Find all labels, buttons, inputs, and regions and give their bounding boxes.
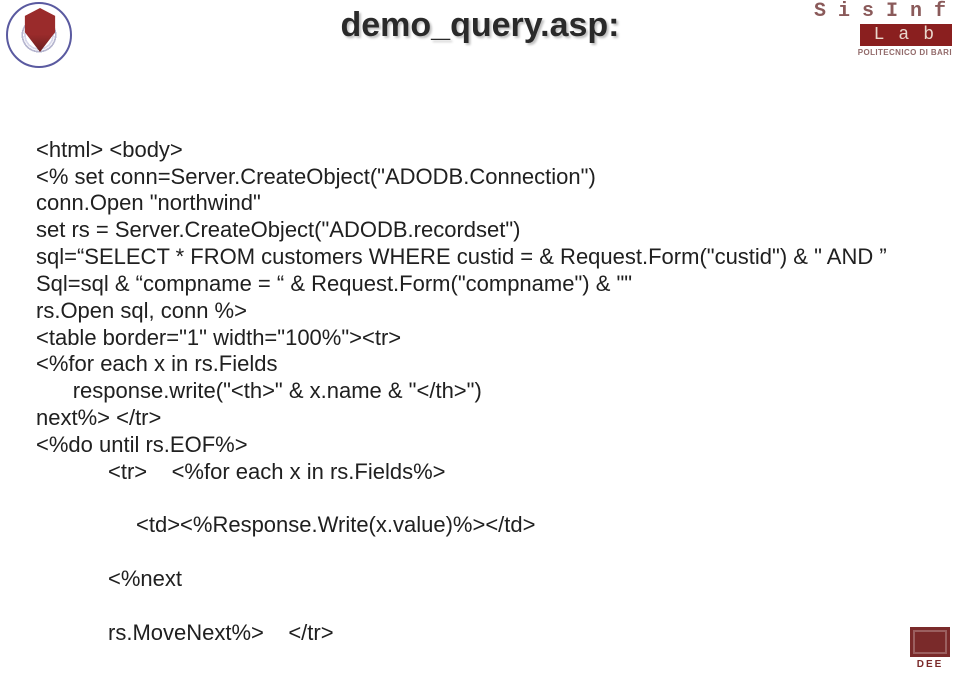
code-line: set rs = Server.CreateObject("ADODB.reco… [36, 217, 521, 242]
code-line: response.write("<th>" & x.name & "</th>"… [36, 378, 482, 403]
code-line: <%next [36, 566, 916, 593]
code-line: next%> </tr> [36, 405, 161, 430]
slide: SisInf Lab POLITECNICO DI BARI demo_quer… [0, 0, 960, 676]
code-line: rs.MoveNext%> </tr> [36, 620, 916, 647]
lab-badge: Lab [860, 24, 952, 46]
dee-label: DEE [908, 659, 952, 670]
dee-square-icon [910, 627, 950, 657]
code-line: <%for each x in rs.Fields [36, 351, 277, 376]
institution-seal-logo [6, 2, 76, 74]
code-line: <td><%Response.Write(x.value)%></td> [36, 512, 916, 539]
seal-icon [6, 2, 72, 68]
code-line: <table border="1" width="100%"><tr> [36, 325, 401, 350]
lab-branding: SisInf Lab POLITECNICO DI BARI [772, 2, 952, 57]
code-line: conn.Open "northwind" [36, 190, 261, 215]
sisinf-label: SisInf [772, 2, 958, 22]
code-line: Sql=sql & “compname = “ & Request.Form("… [36, 271, 632, 296]
polibari-subtitle: POLITECNICO DI BARI [772, 48, 952, 57]
code-line: sql=“SELECT * FROM customers WHERE custi… [36, 244, 887, 269]
page-title: demo_query.asp: [340, 6, 619, 45]
code-line: rs.Open sql, conn %> [36, 298, 247, 323]
dee-logo: DEE [908, 627, 952, 670]
code-line: <%do until rs.EOF%> [36, 432, 248, 457]
code-line: <% set conn=Server.CreateObject("ADODB.C… [36, 164, 596, 189]
code-line: <html> <body> [36, 137, 183, 162]
code-listing: <html> <body> <% set conn=Server.CreateO… [36, 110, 916, 676]
code-line: <tr> <%for each x in rs.Fields%> [36, 459, 916, 486]
